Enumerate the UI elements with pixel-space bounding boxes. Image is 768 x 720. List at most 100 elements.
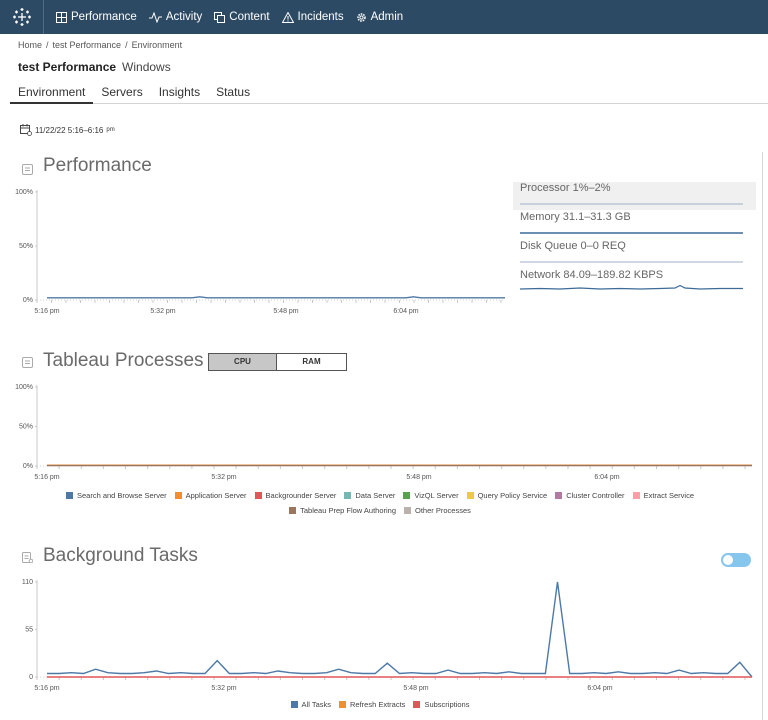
- processes-legend: Search and Browse Server Application Serv…: [40, 488, 720, 518]
- metric-disk-queue-sparkline: [520, 261, 743, 263]
- section-tasks-icon: [22, 552, 33, 563]
- legend-swatch: [290, 701, 298, 708]
- tableau-logo-icon: [12, 8, 31, 26]
- legend-label: Extract Service: [643, 491, 694, 500]
- legend-label: Application Server: [185, 491, 247, 500]
- metric-processor[interactable]: Processor 1%–2%: [513, 182, 756, 210]
- metric-network-sparkline: [520, 284, 743, 290]
- legend-label: Refresh Extracts: [350, 700, 406, 709]
- legend-item-extract-service[interactable]: Extract Service: [632, 488, 694, 503]
- legend-swatch: [404, 507, 412, 514]
- legend-item-refresh-extracts[interactable]: Refresh Extracts: [339, 697, 405, 712]
- date-range-value: 11/22/22 5:16–6:16: [35, 125, 104, 135]
- y-tick-label: 100%: [15, 384, 33, 391]
- legend-item-application-server[interactable]: Application Server: [174, 488, 247, 503]
- x-tick-label: 5:16 pm: [34, 685, 59, 692]
- warning-icon: [281, 11, 294, 23]
- y-tick-label: 50%: [19, 243, 33, 250]
- legend-swatch: [344, 492, 352, 499]
- tab-status[interactable]: Status: [208, 84, 258, 104]
- x-tick-label: 5:48 pm: [406, 474, 431, 481]
- background-tasks-chart[interactable]: 110 55 0 5:16 pm 5:32 pm 5:48 pm 6:04 pm: [0, 572, 760, 694]
- x-tick-label: 5:32 pm: [150, 308, 175, 315]
- metric-network-label: Network 84.09–189.82 KBPS: [520, 269, 664, 281]
- tab-insights[interactable]: Insights: [151, 84, 208, 104]
- legend-label: Subscriptions: [424, 700, 470, 709]
- legend-item-cluster-controller[interactable]: Cluster Controller: [555, 488, 625, 503]
- nav-incidents[interactable]: Incidents: [281, 11, 344, 23]
- processes-chart[interactable]: 100% 50% 0% 5:16 pm 5:32 pm 5:48 pm 6:04 pm: [0, 378, 760, 488]
- breadcrumb-separator: /: [46, 40, 49, 50]
- pulse-icon: [148, 11, 162, 23]
- metric-memory[interactable]: Memory 31.1–31.3 GB: [513, 211, 756, 239]
- gear-icon: [356, 12, 366, 22]
- section-title-processes: Tableau Processes: [43, 350, 204, 371]
- legend-item-all-tasks[interactable]: All Tasks: [290, 697, 331, 712]
- nav-admin-label: Admin: [370, 11, 404, 23]
- breadcrumb-site[interactable]: test Performance: [53, 40, 122, 50]
- y-tick-label: 100%: [15, 189, 33, 196]
- legend-item-vizql-server[interactable]: VizQL Server: [403, 488, 459, 503]
- section-chart-icon: [22, 357, 33, 368]
- metric-processor-label: Processor 1%–2%: [520, 182, 611, 194]
- ram-button[interactable]: RAM: [277, 353, 347, 371]
- background-tasks-chart-svg: 110 55 05:16 pm 5:32 pm 5:48 pm 6:04 pm: [22, 579, 753, 692]
- metric-processor-sparkline: [520, 203, 743, 205]
- legend-item-tableau-prep-flow-authoring[interactable]: Tableau Prep Flow Authoring: [289, 503, 396, 518]
- legend-item-query-policy-service[interactable]: Query Policy Service: [466, 488, 547, 503]
- tableau-logo[interactable]: [0, 0, 44, 34]
- legend-swatch: [632, 492, 640, 499]
- x-tick-label: 6:04 pm: [393, 308, 418, 315]
- nav-performance-label: Performance: [71, 11, 137, 23]
- background-tasks-legend: All Tasks Refresh Extracts Subscriptions: [200, 697, 560, 712]
- legend-item-data-server[interactable]: Data Server: [344, 488, 395, 503]
- scrollbar-track[interactable]: [762, 152, 763, 720]
- metric-disk-queue[interactable]: Disk Queue 0–0 REQ: [513, 240, 756, 268]
- legend-item-subscriptions[interactable]: Subscriptions: [413, 697, 469, 712]
- page-title: test Performance: [18, 60, 117, 74]
- legend-item-other-processes[interactable]: Other Processes: [404, 503, 471, 518]
- tab-servers[interactable]: Servers: [93, 84, 150, 104]
- top-navigation-bar: Performance Activity Content Incidents A…: [0, 0, 768, 34]
- x-tick-label: 5:48 pm: [403, 685, 428, 692]
- legend-label: Backgrounder Server: [265, 491, 337, 500]
- legend-swatch: [174, 492, 182, 499]
- legend-swatch: [413, 701, 421, 708]
- y-tick-label: 110: [22, 579, 33, 586]
- x-tick-label: 6:04 pm: [594, 474, 619, 481]
- copy-icon: [214, 11, 226, 23]
- legend-label: Search and Browse Server: [76, 491, 167, 500]
- y-tick-label: 0%: [23, 463, 33, 470]
- background-tasks-toggle-switch[interactable]: [721, 553, 751, 567]
- breadcrumb-separator: /: [125, 40, 128, 50]
- date-range-picker[interactable]: 11/22/22 5:16–6:16 pm: [20, 124, 115, 136]
- tab-environment[interactable]: Environment: [10, 84, 94, 104]
- x-tick-label: 5:32 pm: [211, 685, 236, 692]
- legend-swatch: [254, 492, 262, 499]
- nav-incidents-label: Incidents: [297, 11, 344, 23]
- data-series-line: [47, 296, 505, 299]
- nav-content[interactable]: Content: [214, 11, 270, 23]
- grid-icon: [56, 11, 67, 23]
- cpu-button[interactable]: CPU: [208, 353, 277, 371]
- legend-item-search-and-browse-server[interactable]: Search and Browse Server: [65, 488, 167, 503]
- y-tick-label: 50%: [19, 424, 33, 431]
- breadcrumb-current: Environment: [131, 40, 183, 50]
- section-title-background-tasks: Background Tasks: [43, 545, 198, 566]
- x-tick-label: 5:48 pm: [273, 308, 298, 315]
- nav-activity[interactable]: Activity: [148, 11, 203, 23]
- y-tick-label: 55: [25, 627, 33, 634]
- breadcrumb-home[interactable]: Home: [18, 40, 42, 50]
- calendar-icon: [20, 124, 32, 136]
- nav-activity-label: Activity: [165, 11, 203, 23]
- performance-chart[interactable]: 100% 50% 0% 5:16 pm 5:32 pm 5:48 pm 6:04 pm: [0, 180, 515, 320]
- nav-performance[interactable]: Performance: [56, 11, 137, 23]
- legend-swatch: [403, 492, 411, 499]
- metric-network[interactable]: Network 84.09–189.82 KBPS: [513, 269, 756, 297]
- page-subtitle: Windows: [122, 60, 171, 74]
- date-range-suffix: pm: [106, 127, 115, 133]
- cpu-ram-toggle: CPU RAM: [208, 353, 347, 371]
- legend-item-backgrounder-server[interactable]: Backgrounder Server: [254, 488, 337, 503]
- nav-admin[interactable]: Admin: [356, 11, 404, 23]
- section-title-performance: Performance: [43, 155, 152, 176]
